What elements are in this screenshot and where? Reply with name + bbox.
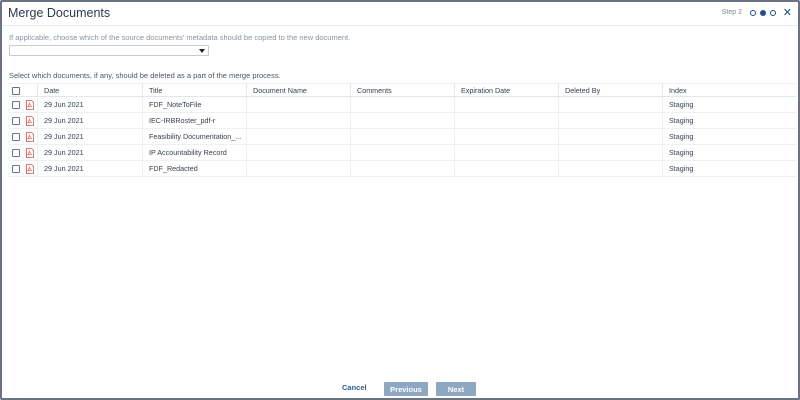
row-checkbox[interactable] (12, 165, 20, 173)
cell-expiration-date (454, 161, 557, 177)
cell-deleted-by (558, 97, 661, 113)
row-checkbox[interactable] (12, 133, 20, 141)
cell-comments (350, 161, 454, 177)
dialog-header: Merge Documents Step 2 ✕ (2, 2, 798, 26)
cell-deleted-by (558, 113, 661, 129)
cell-expiration-date (454, 129, 557, 145)
column-header-title[interactable]: Title (142, 84, 245, 98)
cell-document-name (246, 161, 350, 177)
close-icon[interactable]: ✕ (783, 7, 792, 19)
table-header: Date Title Document Name Comments Expira… (9, 83, 796, 98)
cell-date: 29 Jun 2021 (37, 113, 140, 129)
cell-index: Staging (662, 129, 796, 145)
cell-date: 29 Jun 2021 (37, 161, 140, 177)
cell-title: IEC-IRBRoster_pdf-r (142, 113, 245, 129)
pdf-icon (26, 164, 34, 174)
cell-title: Feasibility Documentation_... (142, 129, 245, 145)
step-label: Step 2 (721, 9, 742, 16)
table-row: 29 Jun 2021 Feasibility Documentation_...… (9, 129, 796, 145)
cell-title: IP Accountability Record (142, 145, 245, 161)
metadata-instruction: If applicable, choose which of the sourc… (9, 33, 351, 42)
step-1-dot-icon (750, 9, 756, 16)
metadata-source-select[interactable] (9, 45, 209, 56)
cell-deleted-by (558, 145, 661, 161)
row-checkbox[interactable] (12, 117, 20, 125)
row-checkbox[interactable] (12, 101, 20, 109)
step-indicator: Step 2 (722, 9, 776, 16)
cell-document-name (246, 129, 350, 145)
cancel-button[interactable]: Cancel (342, 383, 367, 392)
column-header-comments[interactable]: Comments (350, 84, 454, 98)
step-3-dot-icon (770, 9, 776, 16)
column-header-date[interactable]: Date (37, 84, 140, 98)
select-all-checkbox[interactable] (12, 87, 20, 95)
pdf-icon (26, 132, 34, 142)
cell-expiration-date (454, 113, 557, 129)
dialog-title: Merge Documents (8, 6, 111, 20)
pdf-icon (26, 100, 34, 110)
column-header-index[interactable]: Index (662, 84, 796, 98)
chevron-down-icon (199, 49, 205, 53)
merge-documents-dialog: Merge Documents Step 2 ✕ If applicable, … (0, 0, 800, 400)
cell-comments (350, 97, 454, 113)
table-row: 29 Jun 2021 FDF_Redacted Staging (9, 161, 796, 177)
row-checkbox[interactable] (12, 149, 20, 157)
cell-index: Staging (662, 97, 796, 113)
cell-comments (350, 145, 454, 161)
table-row: 29 Jun 2021 IP Accountability Record Stagi… (9, 145, 796, 161)
pdf-icon (26, 148, 34, 158)
column-header-deleted-by[interactable]: Deleted By (558, 84, 661, 98)
cell-date: 29 Jun 2021 (37, 145, 140, 161)
cell-document-name (246, 97, 350, 113)
cell-deleted-by (558, 129, 661, 145)
pdf-icon (26, 116, 34, 126)
cell-date: 29 Jun 2021 (37, 129, 140, 145)
delete-instruction: Select which documents, if any, should b… (9, 71, 281, 80)
step-2-dot-icon (760, 9, 766, 16)
next-button[interactable]: Next (436, 382, 476, 396)
cell-expiration-date (454, 97, 557, 113)
table-row: 29 Jun 2021 IEC-IRBRoster_pdf-r Staging (9, 113, 796, 129)
cell-expiration-date (454, 145, 557, 161)
cell-document-name (246, 145, 350, 161)
cell-date: 29 Jun 2021 (37, 97, 140, 113)
cell-index: Staging (662, 145, 796, 161)
cell-deleted-by (558, 161, 661, 177)
cell-comments (350, 113, 454, 129)
cell-comments (350, 129, 454, 145)
cell-index: Staging (662, 161, 796, 177)
cell-title: FDF_NoteToFile (142, 97, 245, 113)
table-row: 29 Jun 2021 FDF_NoteToFile Staging (9, 97, 796, 113)
cell-title: FDF_Redacted (142, 161, 245, 177)
column-header-document-name[interactable]: Document Name (246, 84, 350, 98)
cell-index: Staging (662, 113, 796, 129)
dialog-footer: Cancel Previous Next (2, 382, 798, 396)
previous-button[interactable]: Previous (384, 382, 428, 396)
column-header-expiration-date[interactable]: Expiration Date (454, 84, 557, 98)
documents-table: Date Title Document Name Comments Expira… (9, 83, 796, 177)
cell-document-name (246, 113, 350, 129)
